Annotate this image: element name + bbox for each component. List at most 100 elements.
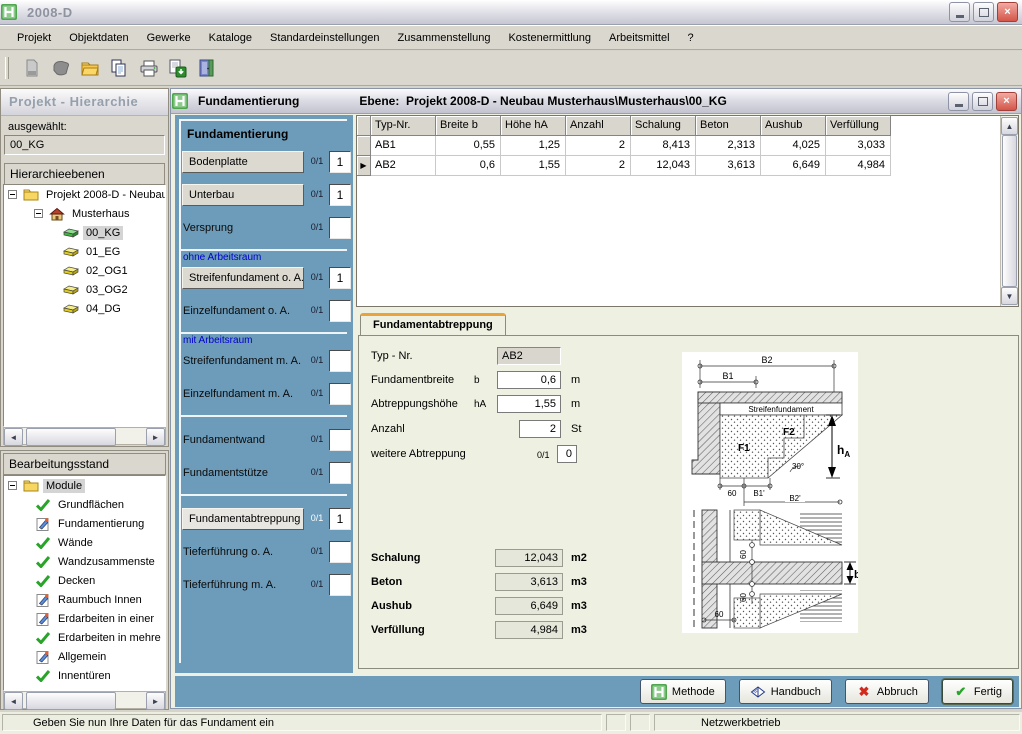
- inner-maximize-button[interactable]: [972, 92, 993, 111]
- module-status-allgemein[interactable]: Allgemein: [4, 647, 165, 666]
- scroll-right-icon[interactable]: ►: [146, 428, 165, 446]
- module-status-fundamentierung[interactable]: Fundamentierung: [4, 514, 165, 533]
- tree-node-01-eg[interactable]: 01_EG: [4, 242, 165, 261]
- tree-node-03-og2[interactable]: 03_OG2: [4, 280, 165, 299]
- streifenfundament-o-a-value-field[interactable]: 1: [329, 267, 351, 289]
- table-row-ab2[interactable]: ▶AB20,61,55212,0433,6136,6494,984: [357, 156, 1018, 176]
- scroll-up-icon[interactable]: ▲: [1001, 117, 1018, 135]
- print-icon[interactable]: [133, 55, 162, 82]
- column-header-verfüllung[interactable]: Verfüllung: [826, 116, 891, 136]
- toolbar-grip[interactable]: [5, 57, 9, 79]
- export-icon[interactable]: [162, 55, 191, 82]
- fertig-button[interactable]: ✔Fertig: [942, 679, 1013, 704]
- unterbau-button[interactable]: Unterbau: [182, 184, 304, 206]
- unterbau-value-field[interactable]: 1: [329, 184, 351, 206]
- menu-item-projekt[interactable]: Projekt: [8, 28, 60, 48]
- menu-item-standardeinstellungen[interactable]: Standardeinstellungen: [261, 28, 388, 48]
- fundamentabtreppung-button[interactable]: Fundamentabtreppung: [182, 508, 304, 530]
- hierarchy-hscrollbar[interactable]: ◄ ►: [3, 427, 166, 445]
- module-status-decken[interactable]: Decken: [4, 571, 165, 590]
- tree-node-02-og1[interactable]: 02_OG1: [4, 261, 165, 280]
- column-header-breite-b[interactable]: Breite b: [436, 116, 501, 136]
- open-folder-icon[interactable]: [75, 55, 104, 82]
- progress-hscrollbar[interactable]: ◄ ►: [3, 691, 166, 709]
- module-status-innentüren[interactable]: Innentüren: [4, 666, 165, 685]
- menu-item-objektdaten[interactable]: Objektdaten: [60, 28, 137, 48]
- open-project-icon[interactable]: [46, 55, 75, 82]
- copy-icon[interactable]: [104, 55, 133, 82]
- close-button[interactable]: ×: [997, 2, 1018, 22]
- restore-button[interactable]: [973, 2, 994, 22]
- fundamentabtreppung-value-field[interactable]: 1: [329, 508, 351, 530]
- tree-node-00-kg[interactable]: 00_KG: [4, 223, 165, 242]
- form-row-anzahl: Anzahl2St: [359, 420, 689, 440]
- module-status-wandzusammenste[interactable]: Wandzusammenste: [4, 552, 165, 571]
- tree-node-project[interactable]: Projekt 2008-D - Neubau: [4, 185, 165, 204]
- vscroll-thumb[interactable]: [1002, 135, 1017, 287]
- column-header-aushub[interactable]: Aushub: [761, 116, 826, 136]
- module-status-wandzusammenste-label: Wandzusammenste: [55, 555, 158, 569]
- row-selector-cell[interactable]: [357, 136, 371, 156]
- typ-nr-input[interactable]: AB2: [497, 347, 561, 365]
- scroll-left-icon[interactable]: ◄: [4, 428, 23, 446]
- menu-item-zusammenstellung[interactable]: Zusammenstellung: [389, 28, 500, 48]
- inner-minimize-button[interactable]: [948, 92, 969, 111]
- menu-item-kostenermittlung[interactable]: Kostenermittlung: [499, 28, 600, 48]
- module-status-erdarbeiten-in-mehre[interactable]: Erdarbeiten in mehre: [4, 628, 165, 647]
- menu-item-[interactable]: ?: [679, 28, 703, 48]
- methode-button[interactable]: Methode: [640, 679, 726, 704]
- module-status-raumbuch-innen[interactable]: Raumbuch Innen: [4, 590, 165, 609]
- column-header-anzahl[interactable]: Anzahl: [566, 116, 631, 136]
- hscroll-thumb[interactable]: [26, 692, 116, 710]
- tab-fundamentabtreppung[interactable]: Fundamentabtreppung: [360, 313, 506, 336]
- einzelfundament-o-a-value-field[interactable]: [329, 300, 351, 322]
- scroll-left-icon[interactable]: ◄: [4, 692, 23, 710]
- einzelfundament-m-a-value-field[interactable]: [329, 383, 351, 405]
- table-vscrollbar[interactable]: ▲▼: [1000, 116, 1018, 306]
- tree-collapse-icon[interactable]: [8, 190, 17, 199]
- module-status-wände[interactable]: Wände: [4, 533, 165, 552]
- handbuch-button[interactable]: Handbuch: [739, 679, 832, 704]
- fundamentwand-value-field[interactable]: [329, 429, 351, 451]
- new-document-icon[interactable]: [17, 55, 46, 82]
- done-check-icon: [34, 575, 52, 587]
- column-header-beton[interactable]: Beton: [696, 116, 761, 136]
- tree-collapse-icon[interactable]: [34, 209, 43, 218]
- exit-door-icon[interactable]: [191, 55, 220, 82]
- close-icon: ×: [1003, 96, 1009, 107]
- einzelfundament-m-a-count: 0/1: [306, 388, 328, 398]
- versprung-value-field[interactable]: [329, 217, 351, 239]
- tree-node-module[interactable]: Module: [4, 476, 165, 495]
- streifenfundament-m-a-value-field[interactable]: [329, 350, 351, 372]
- fundamentstütze-value-field[interactable]: [329, 462, 351, 484]
- column-header-typ-nr[interactable]: Typ-Nr.: [371, 116, 436, 136]
- tieferführung-m-a-value-field[interactable]: [329, 574, 351, 596]
- module-status-erdarbeiten-in-einer[interactable]: Erdarbeiten in einer: [4, 609, 165, 628]
- streifenfundament-o-a-button[interactable]: Streifenfundament o. A.: [182, 267, 304, 289]
- inner-close-button[interactable]: ×: [996, 92, 1017, 111]
- scroll-down-icon[interactable]: ▼: [1001, 287, 1018, 305]
- tree-node-04-dg[interactable]: 04_DG: [4, 299, 165, 318]
- anzahl-input[interactable]: 2: [519, 420, 561, 438]
- abtreppungshöhe-input[interactable]: 1,55: [497, 395, 561, 413]
- column-header-höhe-ha[interactable]: Höhe hA: [501, 116, 566, 136]
- weitere-abtreppung-input[interactable]: 0: [557, 445, 577, 463]
- menu-item-arbeitsmittel[interactable]: Arbeitsmittel: [600, 28, 679, 48]
- menu-item-gewerke[interactable]: Gewerke: [138, 28, 200, 48]
- selected-level-field[interactable]: 00_KG: [4, 135, 165, 155]
- module-status-grundflächen[interactable]: Grundflächen: [4, 495, 165, 514]
- fundamentbreite-input[interactable]: 0,6: [497, 371, 561, 389]
- abbruch-button[interactable]: ✖Abbruch: [845, 679, 929, 704]
- minimize-button[interactable]: [949, 2, 970, 22]
- bodenplatte-value-field[interactable]: 1: [329, 151, 351, 173]
- table-row-ab1[interactable]: AB10,551,2528,4132,3134,0253,033: [357, 136, 1018, 156]
- hscroll-thumb[interactable]: [26, 428, 116, 446]
- column-header-schalung[interactable]: Schalung: [631, 116, 696, 136]
- tree-node-musterhaus[interactable]: Musterhaus: [4, 204, 165, 223]
- scroll-right-icon[interactable]: ►: [146, 692, 165, 710]
- tieferführung-o-a-value-field[interactable]: [329, 541, 351, 563]
- menu-item-kataloge[interactable]: Kataloge: [200, 28, 261, 48]
- bodenplatte-button[interactable]: Bodenplatte: [182, 151, 304, 173]
- tree-collapse-icon[interactable]: [8, 481, 17, 490]
- current-row-arrow-icon[interactable]: ▶: [357, 156, 371, 176]
